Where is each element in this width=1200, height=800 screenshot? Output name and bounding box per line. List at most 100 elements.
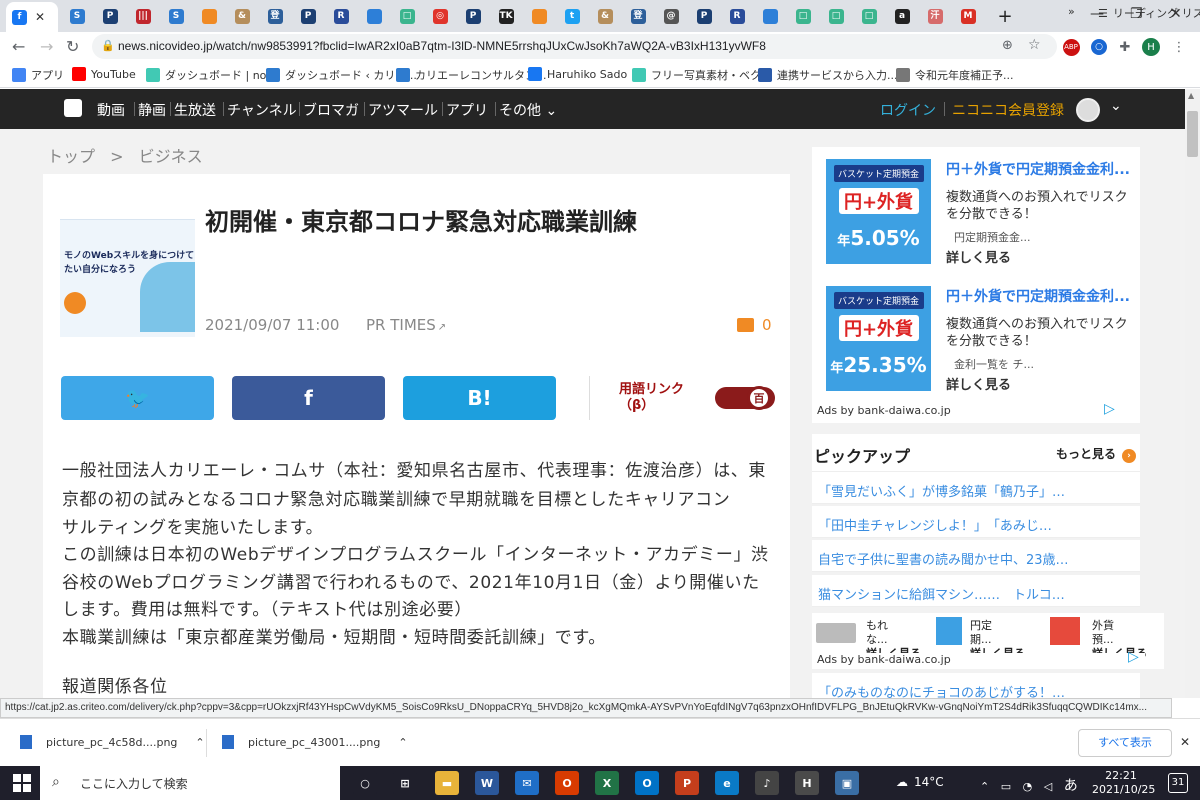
browser-tab[interactable]: P xyxy=(691,5,717,27)
pickup-item[interactable]: 「田中圭チャレンジしよ！」 「あみじ… xyxy=(812,506,1140,538)
download-item[interactable]: picture_pc_43001....png ⌃ xyxy=(222,735,408,749)
zoom-icon[interactable]: ⊕ xyxy=(1002,38,1013,53)
article-thumbnail[interactable]: モノのWebスキルを身につけて たい自分になろう xyxy=(60,202,195,337)
twitter-share-button[interactable]: 🐦 xyxy=(61,376,214,420)
browser-tab[interactable]: □ xyxy=(790,5,816,27)
nico-nav-item[interactable]: 動画 xyxy=(97,100,125,120)
ads-by-label[interactable]: Ads by bank-daiwa.co.jp xyxy=(817,404,951,417)
comment-count[interactable]: 0 xyxy=(737,316,772,334)
ime-indicator[interactable]: あ xyxy=(1064,778,1078,794)
nico-nav-item[interactable]: ブロマガ xyxy=(303,100,359,120)
forward-icon[interactable]: → xyxy=(40,37,53,56)
wifi-icon[interactable]: ◔ xyxy=(1023,780,1033,793)
browser-tab[interactable]: M xyxy=(955,5,981,27)
network-icon[interactable]: ▭ xyxy=(1001,780,1011,793)
browser-tab[interactable]: □ xyxy=(823,5,849,27)
extensions-puzzle-icon[interactable]: ✚ xyxy=(1116,38,1134,56)
glossary-toggle[interactable]: 百 xyxy=(715,386,775,410)
new-tab-button[interactable]: + xyxy=(992,5,1018,27)
browser-tab[interactable]: a xyxy=(889,5,915,27)
browser-tab[interactable]: f ✕ xyxy=(6,2,58,32)
ad-image[interactable]: バスケット定期預金 円+外貨 年25.35% xyxy=(826,286,931,391)
photos-icon[interactable]: ▣ xyxy=(835,771,859,795)
ad-title[interactable]: 円＋外貨で円定期預金金利... xyxy=(946,159,1130,179)
pickup-item[interactable]: 「のみものなのにチョコのあじがする！… xyxy=(812,673,1140,698)
abp-icon[interactable]: ABP xyxy=(1062,38,1080,56)
bookmark-item[interactable]: YouTube xyxy=(72,67,136,81)
weather-widget[interactable]: ☁ 14°C xyxy=(896,775,944,789)
close-tab-icon[interactable]: ✕ xyxy=(35,10,45,24)
back-icon[interactable]: ← xyxy=(12,37,25,56)
mail-icon[interactable]: ✉ xyxy=(515,771,539,795)
browser-tab[interactable] xyxy=(196,5,222,27)
browser-tab[interactable]: TK xyxy=(493,5,519,27)
browser-tab[interactable]: S xyxy=(64,5,90,27)
bookmark-item[interactable]: アプリ xyxy=(12,67,64,83)
hatena-share-button[interactable]: B! xyxy=(403,376,556,420)
bookmark-item[interactable]: ダッシュボード | note xyxy=(146,67,277,83)
excel-icon[interactable]: X xyxy=(595,771,619,795)
pickup-item[interactable]: 自宅で子供に聖書の読み聞かせ中、23歳… xyxy=(812,540,1140,572)
nico-nav-item[interactable]: アプリ xyxy=(446,100,488,120)
adchoices-icon[interactable]: ▷ xyxy=(1104,401,1115,417)
powerpoint-icon[interactable]: P xyxy=(675,771,699,795)
article-source[interactable]: PR TIMES ↗ xyxy=(366,316,446,334)
page-scrollbar[interactable]: ▲ xyxy=(1185,89,1200,698)
download-item[interactable]: picture_pc_4c58d....png ⌃ xyxy=(20,735,205,749)
browser-tab[interactable]: P xyxy=(460,5,486,27)
address-bar[interactable]: 🔒 news.nicovideo.jp/watch/nw9853991?fbcl… xyxy=(92,34,1057,59)
chrome-icon[interactable]: H xyxy=(795,771,819,795)
show-all-downloads-button[interactable]: すべて表示 xyxy=(1078,729,1172,757)
browser-tab[interactable]: & xyxy=(592,5,618,27)
pickup-more-link[interactable]: もっと見る › xyxy=(1056,445,1137,463)
ad-more-link[interactable]: 詳しく見る xyxy=(946,247,1011,266)
chevron-down-icon[interactable]: ⌄ xyxy=(1110,98,1122,114)
browser-tab[interactable] xyxy=(757,5,783,27)
nico-nav-item[interactable]: アツマール xyxy=(368,100,438,120)
chevron-up-icon[interactable]: ⌃ xyxy=(980,780,989,793)
chevron-up-icon[interactable]: ⌃ xyxy=(195,736,204,749)
bookmarks-overflow-icon[interactable]: » xyxy=(1068,5,1075,18)
bookmark-item[interactable]: ダッシュボード ‹ カリエ... xyxy=(266,67,417,83)
scroll-up-icon[interactable]: ▲ xyxy=(1188,91,1194,100)
browser-tab[interactable]: R xyxy=(724,5,750,27)
bookmark-item[interactable]: フリー写真素材・ベク... xyxy=(632,67,772,83)
browser-tab[interactable]: R xyxy=(328,5,354,27)
niconico-logo-icon[interactable] xyxy=(64,99,82,117)
browser-tab[interactable]: ||| xyxy=(130,5,156,27)
bookmark-item[interactable]: 令和元年度補正予... xyxy=(896,67,1014,83)
reload-icon[interactable]: ↻ xyxy=(66,37,79,56)
breadcrumb-category[interactable]: ビジネス xyxy=(139,147,203,166)
pickup-item[interactable]: 猫マンションに給餌マシン…… トルコ… xyxy=(812,575,1140,607)
close-downloads-icon[interactable]: ✕ xyxy=(1180,735,1190,749)
notification-badge[interactable]: 31 xyxy=(1168,773,1188,793)
ad-unit[interactable]: バスケット定期預金 円+外貨 年25.35% 円＋外貨で円定期預金金利... 複… xyxy=(812,286,1140,393)
browser-tab[interactable]: 登 xyxy=(625,5,651,27)
facebook-share-button[interactable]: f xyxy=(232,376,385,420)
register-link[interactable]: ニコニコ会員登録 xyxy=(952,100,1064,120)
browser-tab[interactable] xyxy=(526,5,552,27)
browser-tab[interactable]: ◎ xyxy=(427,5,453,27)
ad-image[interactable]: バスケット定期預金 円+外貨 年5.05% xyxy=(826,159,931,264)
volume-icon[interactable]: ◁ xyxy=(1044,780,1052,793)
word-icon[interactable]: W xyxy=(475,771,499,795)
browser-tab[interactable]: P xyxy=(97,5,123,27)
profile-avatar[interactable]: H xyxy=(1142,38,1160,56)
bookmark-item[interactable]: 連携サービスから入力... xyxy=(758,67,898,83)
multitask-icon[interactable]: ⊞ xyxy=(393,771,417,795)
adchoices-icon[interactable]: ▷ xyxy=(1128,649,1139,665)
reading-list[interactable]: ☰リーディング リスト xyxy=(1098,5,1200,21)
nico-nav-item[interactable]: チャンネル xyxy=(227,100,297,120)
scrollbar-thumb[interactable] xyxy=(1187,111,1198,157)
nico-nav-item[interactable]: その他 ⌄ xyxy=(499,100,557,120)
login-link[interactable]: ログイン xyxy=(880,100,936,120)
star-icon[interactable]: ☆ xyxy=(1028,37,1041,53)
edge-icon[interactable]: e xyxy=(715,771,739,795)
pickup-item[interactable]: 「雪見だいふく」が博多銘菓「鶴乃子」… xyxy=(812,472,1140,504)
browser-tab[interactable]: 登 xyxy=(262,5,288,27)
breadcrumb-top[interactable]: トップ xyxy=(47,147,95,166)
menu-kebab-icon[interactable]: ⋮ xyxy=(1170,38,1188,56)
browser-tab[interactable]: @ xyxy=(658,5,684,27)
task-view-icon[interactable]: ○ xyxy=(353,771,377,795)
windows-start-icon[interactable] xyxy=(10,771,34,795)
